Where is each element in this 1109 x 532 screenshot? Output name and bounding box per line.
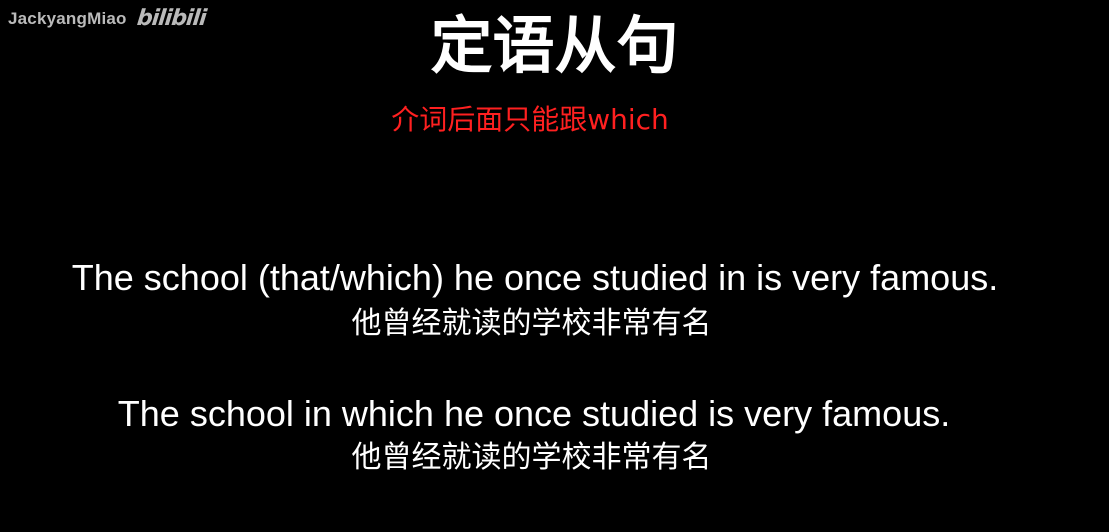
slide-subtitle: 介词后面只能跟which (391, 103, 669, 136)
slide-title: 定语从句 (430, 9, 679, 82)
example-sentence-1: The school (that/which) he once studied … (71, 257, 999, 298)
example-sentence-2: The school in which he once studied is v… (117, 393, 951, 434)
example-translation-2: 他曾经就读的学校非常有名 (351, 440, 712, 475)
example-translation-1: 他曾经就读的学校非常有名 (351, 306, 712, 341)
